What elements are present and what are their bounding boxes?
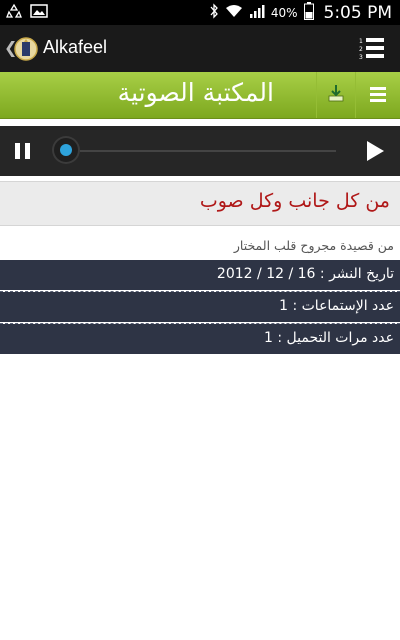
wifi-icon [225, 3, 243, 23]
app-title: Alkafeel [43, 37, 108, 57]
track-subtitle: من قصيدة مجروح قلب المختار [233, 238, 394, 253]
play-icon[interactable] [364, 139, 386, 163]
publish-date: تاريخ النشر : 16 / 12 / 2012 [216, 266, 394, 282]
battery-percent: 40% [270, 6, 298, 20]
hamburger-menu-icon[interactable] [356, 72, 400, 118]
download-count: عدد مرات التحميل : 1 [263, 330, 394, 346]
svg-text:2: 2 [359, 46, 363, 53]
section-header-bar: المكتبة الصوتية [0, 72, 400, 119]
svg-text:3: 3 [359, 54, 363, 61]
audio-player [0, 126, 400, 176]
track-title: من كل جانب وكل صوب [199, 190, 390, 212]
seek-thumb[interactable] [52, 136, 80, 164]
battery-icon [303, 2, 314, 24]
svg-text:1: 1 [359, 38, 363, 45]
recycle-icon [6, 3, 22, 23]
signal-icon [249, 3, 265, 23]
numbered-list-icon[interactable]: 1 2 3 [358, 35, 386, 63]
app-logo-icon[interactable] [14, 36, 38, 62]
info-row-publish-date: تاريخ النشر : 16 / 12 / 2012 [0, 260, 400, 290]
track-title-row: من كل جانب وكل صوب [0, 181, 400, 226]
pause-icon[interactable] [12, 140, 34, 162]
seek-bar[interactable] [66, 150, 336, 152]
download-button[interactable] [316, 72, 356, 118]
listen-count: عدد الإستماعات : 1 [279, 298, 394, 314]
info-row-downloads: عدد مرات التحميل : 1 [0, 324, 400, 354]
info-row-listens: عدد الإستماعات : 1 [0, 292, 400, 322]
image-icon [30, 3, 48, 23]
status-bar: 40% 5:05 PM [0, 0, 400, 25]
section-title: المكتبة الصوتية [117, 78, 274, 107]
status-time: 5:05 PM [323, 3, 393, 23]
bluetooth-icon [209, 3, 219, 23]
action-bar: ❮ Alkafeel 1 2 3 [0, 25, 400, 72]
